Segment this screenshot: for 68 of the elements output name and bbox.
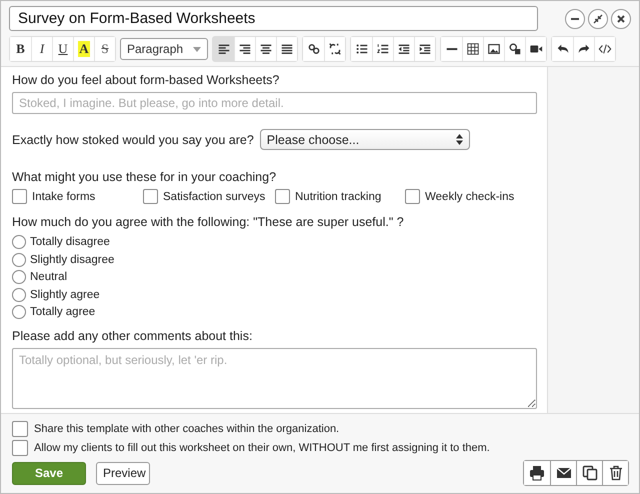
question-label: What might you use these for in your coaching?	[12, 169, 278, 185]
comments-field[interactable]: Totally optional, but seriously, let 'er rip.	[12, 348, 537, 408]
unlink-button[interactable]	[324, 37, 345, 61]
link-icon	[306, 42, 320, 56]
radio-label: Slightly disagree	[30, 254, 114, 266]
checkbox[interactable]	[143, 189, 158, 204]
align-center-icon	[259, 42, 273, 56]
checkbox-label: Satisfaction surveys	[163, 190, 266, 202]
save-button[interactable]: Save	[12, 462, 86, 484]
question-label: How do you feel about form-based Worksheets?	[12, 72, 280, 88]
question-label: Please add any other comments about this:	[12, 328, 254, 344]
radio-label: Totally agree	[30, 306, 96, 318]
envelope-button[interactable]	[550, 461, 576, 485]
align-left-button[interactable]	[213, 37, 234, 61]
checkbox[interactable]	[12, 189, 27, 204]
printer-button[interactable]	[524, 461, 550, 485]
radio-label: Slightly agree	[30, 288, 100, 301]
caret-icon	[456, 134, 463, 145]
table-icon	[466, 42, 480, 56]
align-right-icon	[238, 42, 252, 56]
source-code-button[interactable]	[594, 37, 615, 61]
checkbox-label: Weekly check-ins	[425, 190, 514, 202]
indent-button[interactable]	[414, 37, 435, 61]
checkbox[interactable]	[275, 189, 290, 204]
indent-icon	[418, 42, 432, 56]
outdent-icon	[397, 42, 411, 56]
radio-label: Totally disagree	[30, 236, 110, 248]
radio-button[interactable]	[12, 270, 26, 284]
radio-button[interactable]	[12, 288, 26, 302]
title-field[interactable]: Survey on Form-Based Worksheets	[9, 6, 538, 31]
checkbox[interactable]	[405, 189, 420, 204]
source-code-icon	[598, 42, 612, 56]
image-icon	[487, 42, 501, 56]
justify-button[interactable]	[276, 37, 297, 61]
copy-icon	[580, 464, 598, 482]
answer-field[interactable]: Stoked, I imagine. But please, go into more detail.	[12, 92, 537, 114]
minimize-button[interactable]	[565, 8, 585, 28]
checkbox-label: Intake forms	[32, 190, 96, 202]
strikethrough-button[interactable]: S	[94, 37, 115, 61]
radio-button[interactable]	[12, 235, 26, 250]
trash-button[interactable]	[602, 461, 628, 485]
close-button[interactable]	[611, 8, 631, 28]
unlink-icon	[328, 42, 342, 56]
checkbox[interactable]	[12, 440, 28, 456]
media-embed-icon	[508, 42, 522, 56]
question-label: Exactly how stoked would you say you are?	[12, 132, 254, 148]
radio-button[interactable]	[12, 305, 26, 320]
preview-button[interactable]: Preview	[96, 462, 150, 484]
checkbox[interactable]	[12, 421, 28, 437]
collapse-arrows-icon	[591, 12, 605, 26]
radio-label: Neutral	[30, 271, 68, 284]
radio-button[interactable]	[12, 252, 26, 267]
justify-icon	[280, 42, 294, 56]
checkbox-label: Share this template with other coaches within the organization.	[34, 423, 340, 435]
video-camera-button[interactable]	[525, 37, 546, 61]
copy-button[interactable]	[576, 461, 602, 485]
checkbox-label: Nutrition tracking	[295, 190, 382, 202]
numbered-list-icon	[376, 42, 390, 56]
printer-icon	[528, 464, 546, 482]
block-format-dropdown[interactable]: Paragraph	[120, 38, 208, 60]
checkbox-label: Allow my clients to fill out this worksheet on their own, WITHOUT me first assigning it to them.	[34, 442, 490, 454]
stoked-dropdown[interactable]: Please choose...	[260, 129, 470, 150]
minus-icon	[571, 18, 579, 20]
bulleted-list-icon	[354, 42, 368, 56]
caret-icon	[193, 46, 201, 52]
collapse-button[interactable]	[588, 8, 608, 28]
align-left-icon	[216, 42, 230, 56]
question-label: How much do you agree with the following: "These are super useful." ?	[12, 214, 405, 230]
